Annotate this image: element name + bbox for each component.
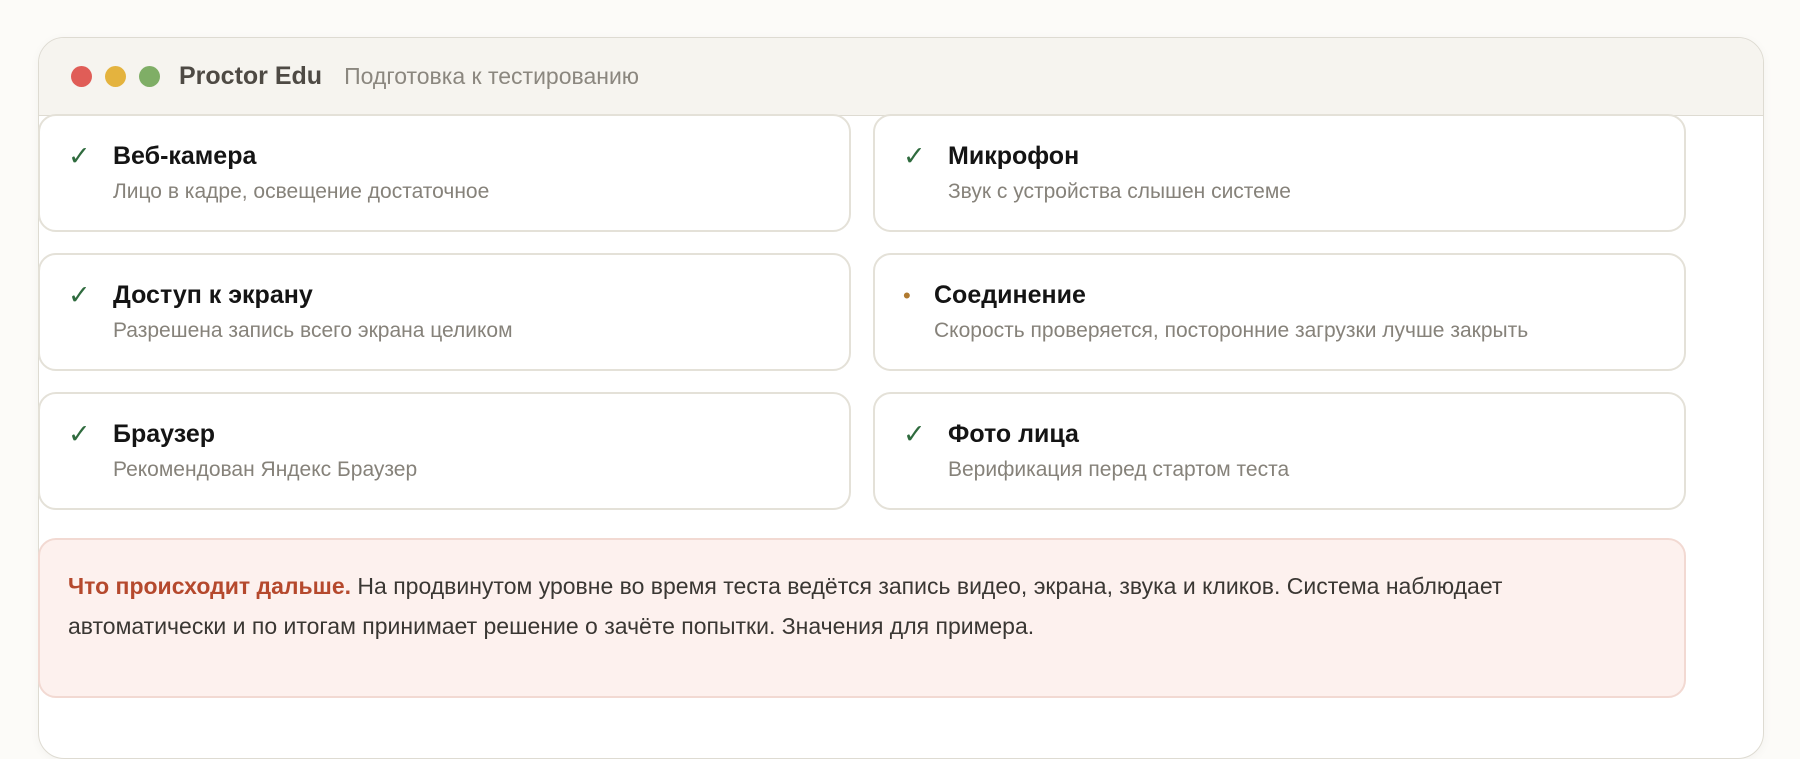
minimize-window-button[interactable] (105, 66, 126, 87)
check-description: Разрешена запись всего экрана целиком (113, 319, 513, 342)
check-description: Звук с устройства слышен системе (948, 180, 1291, 203)
pending-dot-icon: • (903, 283, 911, 308)
check-icon: ✓ (903, 419, 926, 449)
check-title: Соединение (934, 281, 1086, 309)
notice-lead: Что происходит дальше. (68, 573, 352, 599)
check-description: Рекомендован Яндекс Браузер (113, 458, 418, 481)
checks-grid: ✓ Веб-камера Лицо в кадре, освещение дос… (38, 114, 1686, 510)
close-window-button[interactable] (71, 66, 92, 87)
check-description: Лицо в кадре, освещение достаточное (113, 180, 490, 203)
next-steps-notice: Что происходит дальше. На продвинутом ур… (38, 538, 1686, 698)
title-bar: Proctor Edu Подготовка к тестированию (39, 38, 1763, 116)
check-title: Фото лица (948, 420, 1079, 448)
check-description: Верификация перед стартом теста (948, 458, 1290, 481)
check-card-screen-access: ✓ Доступ к экрану Разрешена запись всего… (38, 253, 851, 371)
check-title: Доступ к экрану (113, 281, 313, 309)
check-icon: ✓ (68, 280, 91, 310)
check-title: Веб-камера (113, 142, 257, 170)
maximize-window-button[interactable] (139, 66, 160, 87)
check-card-webcam: ✓ Веб-камера Лицо в кадре, освещение дос… (38, 114, 851, 232)
check-card-connection: • Соединение Скорость проверяется, посто… (873, 253, 1686, 371)
window-subtitle: Подготовка к тестированию (344, 63, 640, 89)
app-title: Proctor Edu (179, 62, 323, 90)
check-icon: ✓ (68, 141, 91, 171)
check-icon: ✓ (903, 141, 926, 171)
check-card-browser: ✓ Браузер Рекомендован Яндекс Браузер (38, 392, 851, 510)
check-description: Скорость проверяется, посторонние загруз… (934, 319, 1529, 342)
check-title: Микрофон (948, 142, 1080, 170)
check-card-microphone: ✓ Микрофон Звук с устройства слышен сист… (873, 114, 1686, 232)
check-icon: ✓ (68, 419, 91, 449)
check-title: Браузер (113, 420, 215, 448)
check-card-face-photo: ✓ Фото лица Верификация перед стартом те… (873, 392, 1686, 510)
